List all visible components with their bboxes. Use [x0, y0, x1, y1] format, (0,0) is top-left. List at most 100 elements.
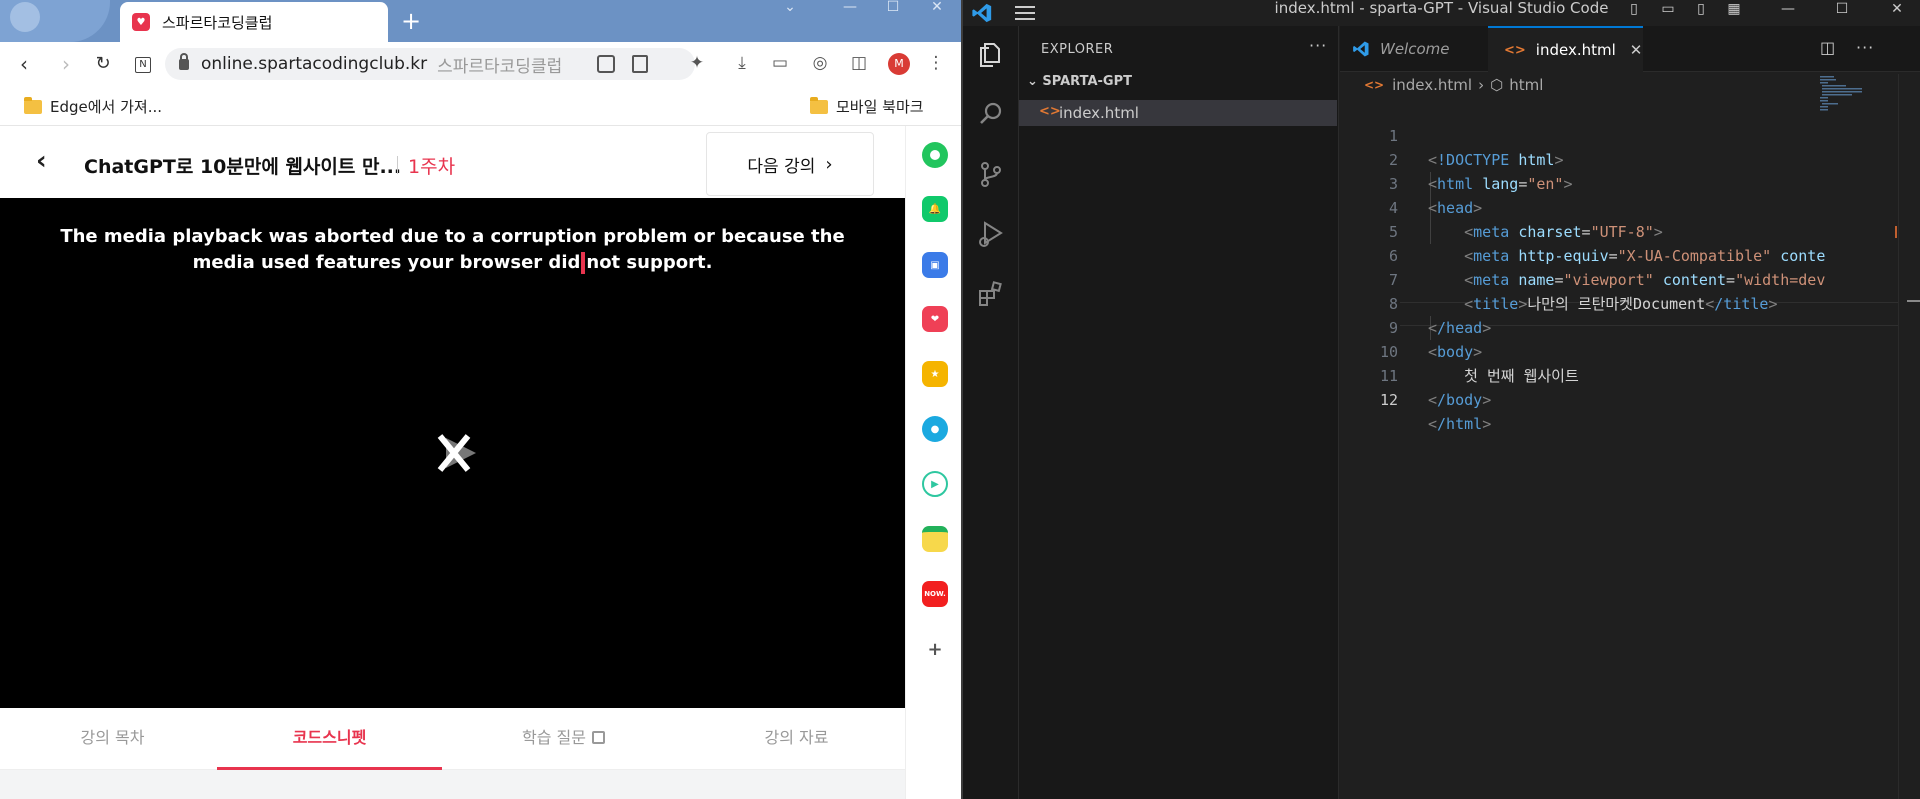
code-token: /body	[1437, 391, 1483, 409]
bookmark-folder-imported[interactable]: Edge에서 가져...	[24, 96, 162, 117]
lecture-header: ‹ ChatGPT로 10분만에 웹사이트 만... 1주차 다음 강의 ›	[0, 130, 905, 198]
extensions-icon[interactable]	[975, 278, 1007, 310]
video-capture-icon[interactable]: ▭	[769, 52, 791, 74]
back-arrow-icon[interactable]: ‹	[10, 50, 38, 78]
toggle-panel-icon[interactable]: ▭	[1659, 2, 1677, 16]
new-tab-button[interactable]: +	[398, 8, 424, 34]
refresh-icon[interactable]: ↻	[89, 50, 117, 78]
code-token: /html	[1437, 415, 1483, 433]
tab-study-questions-label: 학습 질문	[522, 728, 586, 747]
tab-lecture-materials[interactable]: 강의 자료	[684, 708, 909, 770]
editor-group: Welcome <> index.html ✕ ◫ ··· <> index.h…	[1340, 26, 1920, 799]
project-folder[interactable]: ⌄ SPARTA-GPT	[1027, 74, 1132, 89]
text-cursor	[581, 252, 586, 274]
edge-sidebar: 🔔 ▣ ❤ ★ ● ▶ NOW. +	[905, 126, 961, 799]
run-debug-icon[interactable]	[975, 218, 1007, 250]
code-line: 6 <meta name="viewport" content="width=d…	[1340, 220, 1920, 289]
lock-icon[interactable]	[179, 52, 189, 70]
line-number-current: 12	[1379, 391, 1398, 409]
tab-label: Welcome	[1380, 40, 1450, 58]
video-error-message: The media playback was aborted due to a …	[40, 224, 865, 276]
browser-tab-active[interactable]: ♥ 스파르타코딩클럽	[120, 2, 388, 42]
explorer-panel: EXPLORER ··· ⌄ SPARTA-GPT <> index.html	[1019, 26, 1339, 799]
papago-icon[interactable]: ●	[922, 416, 948, 442]
tab-study-questions[interactable]: 학습 질문	[451, 708, 676, 770]
toggle-primary-sidebar-icon[interactable]: ▯	[1625, 2, 1643, 16]
video-error-text-end: not support.	[586, 252, 713, 273]
split-editor-icon[interactable]: ◫	[1820, 38, 1835, 57]
element-icon: ⬡	[1490, 76, 1504, 94]
search-icon[interactable]	[975, 98, 1007, 130]
code-line: 12 </html>	[1340, 364, 1920, 433]
split-screen-icon[interactable]: ◫	[848, 52, 870, 74]
video-player[interactable]: The media playback was aborted due to a …	[0, 198, 905, 708]
bell-icon[interactable]: 🔔	[922, 196, 948, 222]
source-control-icon[interactable]	[975, 158, 1007, 190]
briefcase-icon[interactable]: ▣	[922, 252, 948, 278]
code-line: 8 </head>	[1340, 268, 1920, 337]
next-lecture-button[interactable]: 다음 강의 ›	[706, 132, 874, 196]
toggle-secondary-sidebar-icon[interactable]: ▯	[1692, 2, 1710, 16]
add-icon[interactable]: +	[922, 636, 948, 662]
breadcrumb-file[interactable]: index.html	[1392, 76, 1472, 94]
tab-welcome[interactable]: Welcome	[1340, 26, 1488, 72]
star-icon[interactable]: ★	[922, 361, 948, 387]
bookmark-label: 모바일 북마크	[836, 98, 924, 116]
vscode-title-bar: index.html - sparta-GPT - Visual Studio …	[963, 0, 1920, 26]
pocket-icon[interactable]: ❤	[922, 306, 948, 332]
html-file-icon: <>	[1039, 104, 1061, 119]
copilot-icon[interactable]	[922, 142, 948, 168]
media-icon[interactable]: ▶	[922, 471, 948, 497]
explorer-files-icon[interactable]	[975, 38, 1007, 70]
screenshot-icon[interactable]: ◎	[809, 52, 831, 74]
minimap[interactable]	[1818, 74, 1878, 134]
maximize-button[interactable]: ☐	[1833, 2, 1851, 16]
edge-browser-window: ♥ 스파르타코딩클럽 + ⌄ — ☐ ✕ ‹ › ↻ N online.spar…	[0, 0, 961, 799]
file-item-index-html[interactable]: <> index.html	[1019, 100, 1337, 126]
address-bar[interactable]: online.spartacodingclub.kr 스파르타코딩클럽	[165, 48, 695, 80]
profile-avatar[interactable]: M	[888, 53, 910, 75]
code-line: 11 </body>	[1340, 340, 1920, 409]
back-chevron-icon[interactable]: ‹	[36, 148, 60, 174]
more-actions-icon[interactable]: ···	[1309, 36, 1327, 55]
tab-actions-icon[interactable]	[10, 2, 40, 32]
tab-code-snippet[interactable]: 코드스니펫	[217, 708, 442, 770]
extensions-puzzle-icon[interactable]: ✦	[686, 52, 708, 74]
close-window-button[interactable]: ✕	[1888, 2, 1906, 16]
forward-arrow-icon[interactable]: ›	[52, 50, 80, 78]
more-options-icon[interactable]: ⋮	[925, 52, 947, 74]
close-tab-icon[interactable]: ✕	[1630, 41, 1643, 59]
maximize-button[interactable]: ☐	[878, 0, 908, 16]
tab-search-chevron-icon[interactable]: ⌄	[775, 0, 805, 16]
customize-layout-icon[interactable]: ▦	[1725, 2, 1743, 16]
bookmark-folder-mobile[interactable]: 모바일 북마크	[810, 96, 924, 117]
close-window-button[interactable]: ✕	[922, 0, 952, 16]
vertical-scrollbar[interactable]	[1895, 74, 1920, 799]
chevron-right-icon: ›	[1478, 76, 1485, 94]
lesson-tabs: 강의 목차 코드스니펫 학습 질문 강의 자료	[0, 708, 905, 770]
tab-index-html[interactable]: <> index.html ✕	[1488, 26, 1643, 72]
breadcrumb-element[interactable]: html	[1509, 76, 1543, 94]
notes-icon[interactable]	[922, 526, 948, 552]
window-title: index.html - sparta-GPT - Visual Studio …	[1274, 0, 1609, 17]
overflow-marker	[1895, 226, 1897, 238]
html-file-icon: <>	[1504, 42, 1526, 58]
code-line: 10 첫 번째 웹사이트	[1340, 316, 1920, 385]
now-icon[interactable]: NOW.	[922, 581, 948, 607]
app-available-icon[interactable]	[597, 55, 615, 73]
chevron-right-icon: ›	[825, 153, 833, 175]
spartacodingclub-favicon-icon: ♥	[132, 13, 150, 31]
more-actions-icon[interactable]: ···	[1856, 38, 1874, 57]
html-file-icon: <>	[1364, 78, 1385, 92]
edge-title-bar: ♥ 스파르타코딩클럽 + ⌄ — ☐ ✕	[0, 0, 961, 42]
minimize-button[interactable]: —	[1779, 2, 1797, 16]
vscode-window: index.html - sparta-GPT - Visual Studio …	[963, 0, 1920, 799]
notion-extension-icon[interactable]: N	[129, 50, 157, 78]
share-icon[interactable]	[632, 55, 648, 73]
tab-lecture-contents[interactable]: 강의 목차	[0, 708, 225, 770]
divider	[397, 156, 398, 174]
minimize-button[interactable]: —	[835, 0, 865, 16]
code-line: 4 <meta charset="UTF-8">	[1340, 172, 1920, 241]
folder-icon	[810, 96, 828, 114]
download-icon[interactable]: ⤓	[731, 52, 753, 74]
